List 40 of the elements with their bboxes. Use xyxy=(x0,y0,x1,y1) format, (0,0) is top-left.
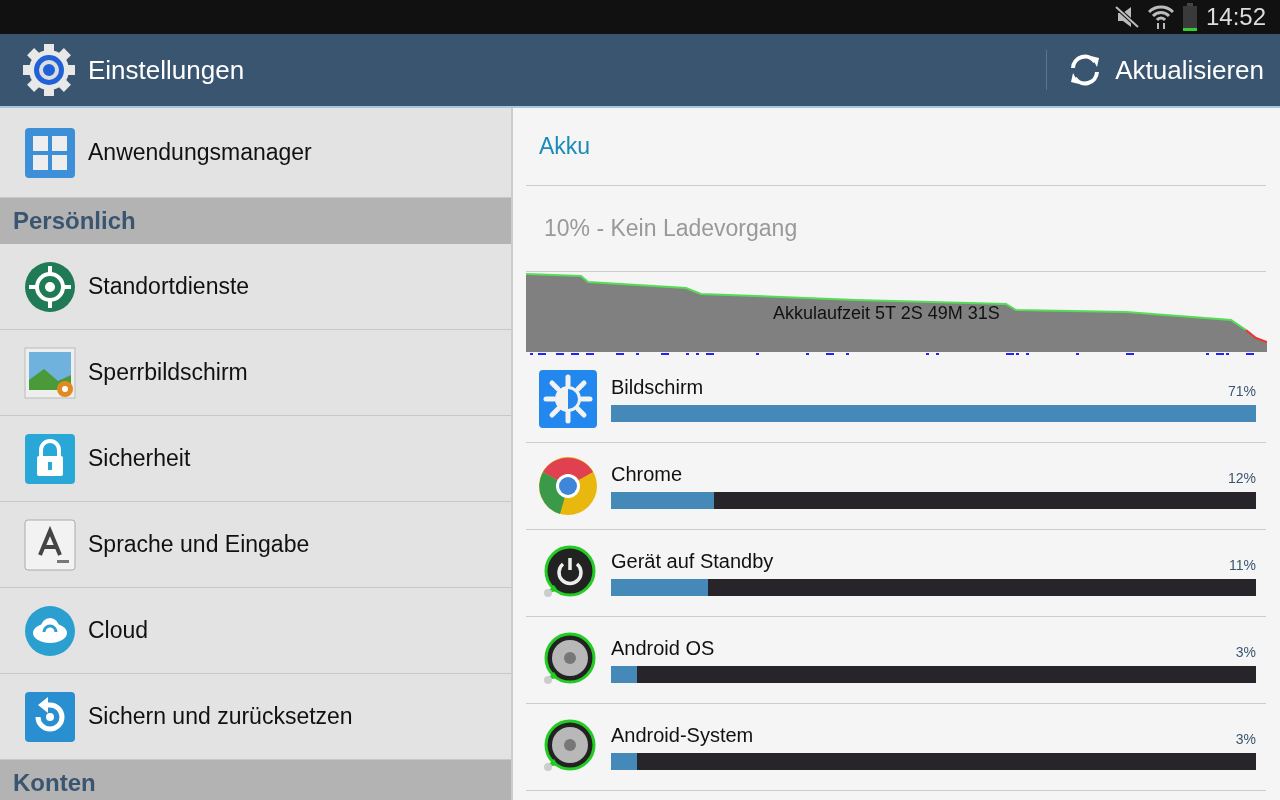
app-title: Einstellungen xyxy=(88,54,246,86)
usage-name: Chrome xyxy=(611,463,683,486)
usage-name: Android OS xyxy=(611,637,715,660)
wifi-icon xyxy=(1147,4,1174,30)
usage-percent: 3% xyxy=(1235,644,1256,660)
clock-time: 14:52 xyxy=(1205,3,1266,31)
section-header: Konten xyxy=(0,760,511,800)
usage-row[interactable]: Chrome 12% xyxy=(526,443,1266,530)
settings-item[interactable]: Sprache und Eingabe xyxy=(0,502,511,588)
gear-icon xyxy=(22,43,76,97)
mute-icon xyxy=(1113,5,1140,29)
settings-item[interactable]: Standortdienste xyxy=(0,244,511,330)
usage-percent: 71% xyxy=(1227,383,1256,399)
app-grid-icon xyxy=(24,126,76,179)
brightness-icon xyxy=(538,369,598,429)
usage-row[interactable]: Bildschirm 71% xyxy=(526,356,1266,443)
usage-row[interactable]: Android OS 3% xyxy=(526,617,1266,704)
usage-percent: 3% xyxy=(1235,731,1256,747)
usage-percent: 11% xyxy=(1229,557,1256,573)
usage-row[interactable]: Android-System 3% xyxy=(526,704,1266,791)
settings-item[interactable]: Sicherheit xyxy=(0,416,511,502)
cloud-icon xyxy=(24,604,76,657)
battery-icon xyxy=(1181,3,1198,31)
refresh-button[interactable]: Aktualisieren xyxy=(1046,50,1280,90)
landscape-lock-icon xyxy=(24,346,76,399)
usage-row[interactable]: Gerät auf Standby 11% xyxy=(526,530,1266,617)
graph-label: Akkulaufzeit 5T 2S 49M 31S xyxy=(773,303,1000,324)
chrome-logo-icon xyxy=(538,456,598,516)
usage-name: Android-System xyxy=(611,724,754,747)
keyboard-key-icon xyxy=(24,518,76,571)
section-header: Persönlich xyxy=(0,198,511,244)
settings-item[interactable]: Sperrbildschirm xyxy=(0,330,511,416)
section-title: Akku xyxy=(526,108,1266,186)
usage-name: Gerät auf Standby xyxy=(611,550,774,573)
battery-status: 10% - Kein Ladevorgang xyxy=(526,186,1266,272)
crosshair-icon xyxy=(24,260,76,313)
usage-name: Bildschirm xyxy=(611,376,704,399)
padlock-icon xyxy=(24,432,76,485)
settings-item[interactable]: Cloud xyxy=(0,588,511,674)
usage-percent: 12% xyxy=(1227,470,1256,486)
